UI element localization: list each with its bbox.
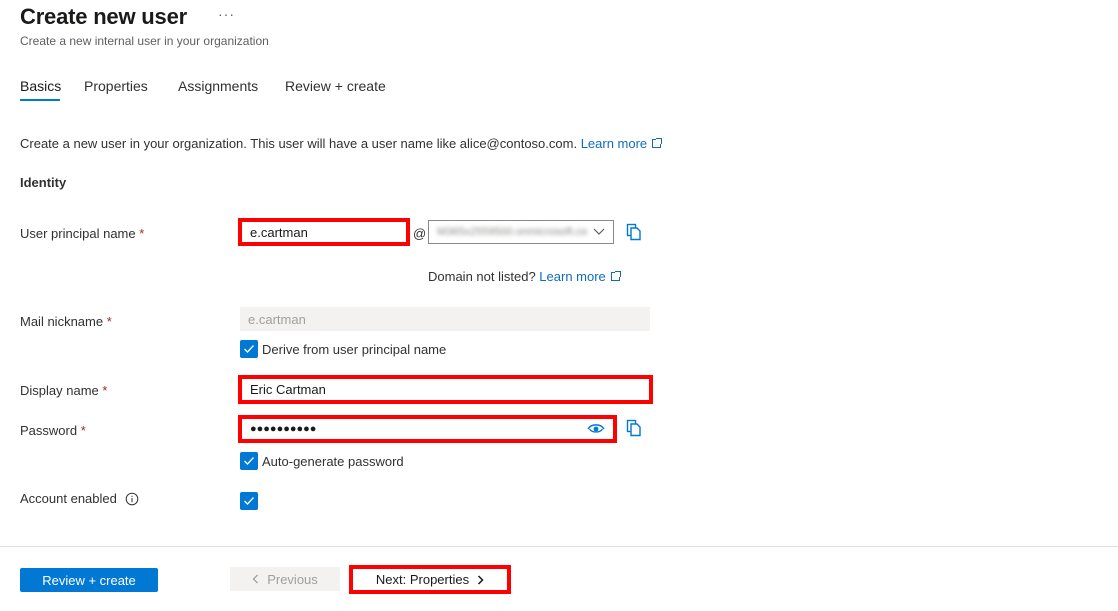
mail-nickname-label-text: Mail nickname — [20, 314, 104, 329]
chevron-right-icon — [478, 574, 484, 585]
password-label-text: Password — [20, 423, 78, 438]
upn-input[interactable]: e.cartman — [238, 218, 410, 246]
intro-text: Create a new user in your organization. … — [20, 136, 578, 151]
copy-icon — [626, 419, 641, 437]
domain-learn-more-label: Learn more — [539, 269, 606, 284]
copy-password-button[interactable] — [626, 419, 642, 440]
password-label: Password * — [20, 423, 86, 438]
derive-checkbox-label: Derive from user principal name — [262, 341, 447, 357]
display-name-label: Display name * — [20, 383, 107, 398]
domain-hint-row: Domain not listed? Learn more — [428, 269, 621, 284]
required-mark: * — [106, 314, 112, 329]
mail-nickname-label: Mail nickname * — [20, 314, 112, 329]
domain-dropdown[interactable]: M365x2559500.onmicrosoft.com — [428, 220, 614, 244]
required-mark: * — [80, 423, 86, 438]
info-icon[interactable] — [125, 492, 139, 506]
reveal-password-button[interactable] — [587, 422, 605, 437]
domain-dropdown-value: M365x2559500.onmicrosoft.com — [437, 226, 587, 238]
autogen-password-checkbox[interactable] — [240, 452, 258, 470]
at-sign: @ — [413, 226, 427, 241]
learn-more-label: Learn more — [580, 136, 648, 151]
derive-checkbox-row[interactable]: Derive from user principal name — [240, 340, 446, 358]
copy-upn-button[interactable] — [626, 223, 642, 244]
required-mark: * — [139, 226, 145, 241]
checkmark-icon — [244, 345, 254, 353]
display-name-value: Eric Cartman — [250, 382, 326, 397]
tab-basics[interactable]: Basics — [20, 78, 61, 94]
next-button-label: Next: Properties — [375, 572, 470, 587]
mail-nickname-value: e.cartman — [248, 311, 306, 327]
page-subtitle: Create a new internal user in your organ… — [20, 34, 269, 48]
chevron-left-icon — [252, 574, 259, 584]
eye-icon — [587, 423, 605, 433]
password-input[interactable]: ●●●●●●●●●● — [238, 415, 617, 443]
autogen-password-label: Auto-generate password — [262, 453, 404, 469]
mail-nickname-input: e.cartman — [240, 307, 650, 331]
display-name-label-text: Display name — [20, 383, 99, 398]
upn-label-text: User principal name — [20, 226, 136, 241]
derive-checkbox[interactable] — [240, 340, 258, 358]
more-options-button[interactable]: ··· — [218, 6, 235, 22]
checkmark-icon — [244, 457, 254, 465]
identity-section-title: Identity — [20, 175, 67, 190]
checkmark-icon — [244, 497, 254, 505]
tab-review-create[interactable]: Review + create — [285, 78, 386, 94]
next-properties-button[interactable]: Next: Properties — [349, 565, 511, 594]
learn-more-link[interactable]: Learn more — [580, 136, 663, 151]
tab-properties[interactable]: Properties — [84, 78, 148, 94]
domain-hint-text: Domain not listed? — [428, 269, 536, 284]
password-value: ●●●●●●●●●● — [250, 423, 317, 435]
external-link-icon — [610, 271, 621, 281]
account-enabled-label-text: Account enabled — [20, 491, 117, 506]
chevron-down-icon — [593, 228, 605, 235]
autogen-checkbox-row[interactable]: Auto-generate password — [240, 452, 404, 470]
domain-learn-more-link[interactable]: Learn more — [539, 269, 621, 284]
external-link-icon — [652, 138, 663, 148]
upn-input-value: e.cartman — [250, 224, 308, 240]
intro-text-row: Create a new user in your organization. … — [20, 136, 663, 151]
display-name-input[interactable]: Eric Cartman — [238, 375, 653, 404]
review-create-button[interactable]: Review + create — [20, 568, 158, 592]
previous-button[interactable]: Previous — [230, 567, 340, 591]
upn-label: User principal name * — [20, 226, 144, 241]
footer-divider — [0, 546, 1118, 547]
account-enabled-label: Account enabled — [20, 491, 139, 506]
account-enabled-checkbox[interactable] — [240, 492, 258, 510]
tab-assignments[interactable]: Assignments — [178, 78, 258, 94]
previous-button-label: Previous — [267, 571, 318, 587]
copy-icon — [626, 223, 641, 241]
page-title: Create new user — [20, 4, 187, 29]
required-mark: * — [102, 383, 108, 398]
active-tab-indicator — [20, 99, 60, 101]
